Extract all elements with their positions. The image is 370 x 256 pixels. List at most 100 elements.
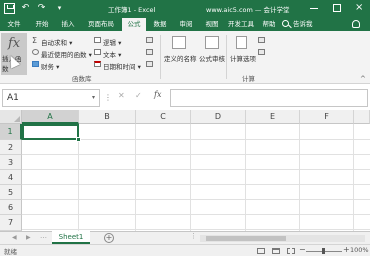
tab-developer[interactable]: 开发工具	[226, 18, 256, 31]
maximize-button[interactable]	[333, 4, 341, 12]
normal-view-icon[interactable]	[257, 248, 265, 254]
text-button[interactable]: 文本 ▾	[103, 49, 121, 59]
grid-line	[135, 124, 136, 231]
ribbon-separator	[160, 35, 161, 79]
autosum-icon: Σ	[32, 36, 38, 45]
tab-insert[interactable]: 插入	[58, 18, 78, 31]
page-layout-view-icon[interactable]	[272, 248, 280, 254]
formula-bar: A1 ▾ ⋮ ✕ ✓ fx	[0, 84, 370, 110]
next-sheet-icon[interactable]: ▶	[26, 234, 31, 241]
calc-sheet-icon[interactable]	[258, 49, 265, 55]
enter-icon[interactable]: ✓	[135, 91, 142, 100]
logic-button[interactable]: 逻辑 ▾	[103, 37, 121, 47]
recent-functions-icon	[32, 49, 39, 55]
scrollbar-thumb[interactable]	[206, 236, 286, 241]
customize-quick-access-icon[interactable]: ▾	[54, 3, 65, 14]
selected-cell[interactable]	[22, 124, 79, 140]
row-header[interactable]: 7	[0, 215, 22, 231]
column-header[interactable]	[354, 110, 370, 124]
grid-line	[22, 184, 370, 185]
tab-help[interactable]: 帮助	[260, 18, 278, 31]
window-title: 工作簿1 - Excel	[108, 6, 156, 14]
cancel-icon[interactable]: ✕	[118, 91, 125, 100]
grid-line	[22, 169, 370, 170]
datetime-icon	[94, 61, 101, 67]
tab-data[interactable]: 数据	[150, 18, 170, 31]
formula-audit-button[interactable]: 公式审核	[199, 53, 225, 63]
grid-line	[299, 124, 300, 231]
more-sheets-icon[interactable]: …	[40, 232, 47, 240]
name-box-value: A1	[7, 93, 19, 103]
more-functions-icon[interactable]	[146, 61, 153, 67]
column-header[interactable]: B	[79, 110, 136, 124]
save-icon[interactable]	[4, 3, 15, 14]
row-header[interactable]: 6	[0, 200, 22, 215]
tab-view[interactable]: 视图	[202, 18, 222, 31]
lightbulb-search-icon[interactable]	[282, 20, 289, 27]
tab-formulas[interactable]: 公式	[122, 18, 146, 31]
resize-handle-icon[interactable]: ⋮	[104, 93, 112, 102]
calc-options-icon	[236, 36, 247, 49]
row-header[interactable]: 4	[0, 170, 22, 185]
row-header[interactable]: 1	[0, 124, 22, 140]
worksheet-grid[interactable]: A B C D E F 1 2 3 4 5 6 7	[0, 110, 370, 231]
grid-line	[22, 154, 370, 155]
insert-function-icon[interactable]: fx	[154, 90, 161, 99]
text-icon	[94, 49, 101, 55]
grid-line	[22, 229, 370, 230]
row-header[interactable]: 2	[0, 140, 22, 155]
page-break-view-icon[interactable]	[287, 248, 295, 254]
brand-text: www.aic5.com — 会计学堂	[206, 6, 290, 14]
tell-me-label[interactable]: 告诉我	[293, 18, 313, 31]
finance-icon	[32, 61, 39, 67]
formula-input[interactable]	[170, 89, 368, 107]
collapse-ribbon-icon[interactable]: ^	[360, 75, 366, 83]
tab-review[interactable]: 审阅	[176, 18, 196, 31]
zoom-in-button[interactable]: +	[343, 245, 350, 254]
zoom-out-button[interactable]: −	[299, 245, 306, 254]
select-all-button[interactable]	[0, 110, 22, 124]
minimize-button[interactable]	[310, 8, 318, 9]
grid-line	[245, 124, 246, 231]
calc-options-button[interactable]: 计算选项	[230, 53, 256, 63]
redo-icon[interactable]: ↷	[36, 3, 47, 14]
chevron-down-icon[interactable]: ▾	[92, 90, 95, 106]
row-header[interactable]: 5	[0, 185, 22, 200]
undo-icon[interactable]: ↶	[20, 3, 31, 14]
autosum-button[interactable]: 自动求和 ▾	[41, 37, 72, 47]
fill-handle[interactable]	[76, 137, 81, 142]
datetime-button[interactable]: 日期和时间 ▾	[103, 61, 141, 71]
prev-sheet-icon[interactable]: ◀	[12, 234, 17, 241]
column-header[interactable]: C	[136, 110, 191, 124]
grid-line	[22, 214, 370, 215]
defined-names-icon	[172, 36, 186, 49]
scroll-split-handle[interactable]: ⋮	[190, 232, 197, 240]
share-icon[interactable]	[352, 20, 360, 28]
sheet-tab[interactable]: Sheet1	[52, 231, 90, 244]
zoom-slider-thumb[interactable]	[322, 248, 325, 254]
column-header[interactable]: F	[300, 110, 354, 124]
column-header[interactable]: D	[191, 110, 246, 124]
add-sheet-button[interactable]: +	[104, 233, 114, 243]
lookup-icon[interactable]	[146, 37, 153, 43]
math-icon[interactable]	[146, 49, 153, 55]
tab-file[interactable]: 文件	[4, 18, 24, 31]
finance-button[interactable]: 财务 ▾	[41, 61, 59, 71]
column-header[interactable]: E	[246, 110, 300, 124]
tab-home[interactable]: 开始	[32, 18, 52, 31]
calc-now-icon[interactable]	[258, 37, 265, 43]
status-text: 就绪	[4, 248, 17, 256]
row-header[interactable]: 3	[0, 155, 22, 170]
ribbon-tabs: 文件 开始 插入 页面布局 公式 数据 审阅 视图 开发工具 帮助 告诉我	[0, 17, 370, 31]
logic-icon	[94, 37, 101, 43]
zoom-level[interactable]: 100%	[350, 246, 369, 254]
horizontal-scrollbar[interactable]	[200, 235, 365, 242]
tab-page-layout[interactable]: 页面布局	[84, 18, 118, 31]
defined-names-button[interactable]: 定义的名称	[164, 53, 197, 63]
column-header[interactable]: A	[22, 110, 79, 124]
name-box[interactable]: A1 ▾	[2, 89, 100, 107]
recent-functions-button[interactable]: 最近使用的函数 ▾	[41, 49, 92, 59]
close-button[interactable]: ×	[355, 2, 363, 14]
formula-audit-icon	[205, 36, 219, 49]
sheet-tab-bar: ◀ ▶ … Sheet1 + ⋮	[0, 231, 370, 244]
